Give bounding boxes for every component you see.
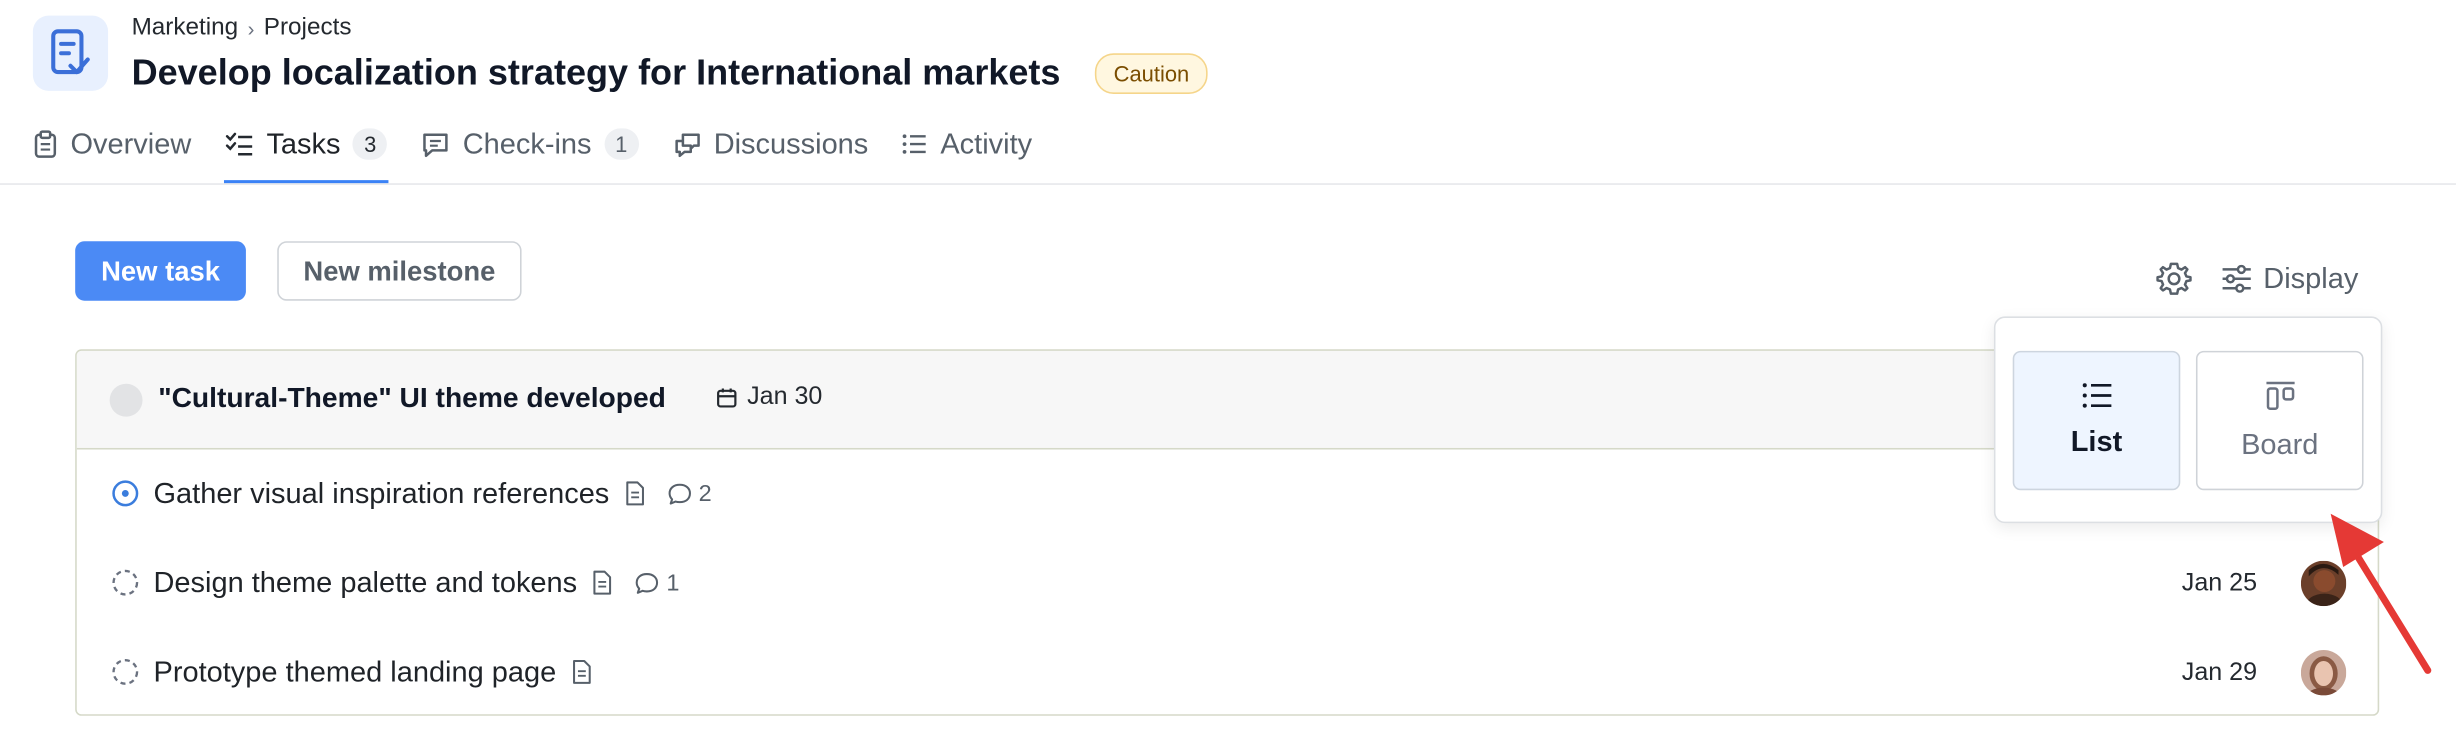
calendar-icon (717, 388, 737, 408)
tab-activity[interactable]: Activity (903, 119, 1032, 169)
display-button-label: Display (2263, 261, 2359, 295)
not-started-status-icon[interactable] (111, 569, 139, 597)
board-icon (2265, 380, 2294, 410)
breadcrumb-separator: › (247, 16, 255, 40)
tab-tasks[interactable]: Tasks 3 (224, 119, 390, 184)
list-view-option[interactable]: List (2012, 350, 2181, 491)
task-meta: 1 (593, 569, 680, 596)
clipboard-icon (34, 130, 57, 158)
annotation-arrow-icon (2330, 513, 2432, 674)
list-view-label: List (2070, 424, 2123, 458)
new-milestone-button[interactable]: New milestone (277, 241, 522, 301)
task-title[interactable]: Prototype themed landing page (153, 655, 556, 689)
settings-button[interactable] (2152, 257, 2196, 301)
board-view-label: Board (2241, 426, 2319, 460)
page-title: Develop localization strategy for Intern… (131, 51, 1061, 93)
task-row[interactable]: Prototype themed landing page Jan 29 (77, 628, 2378, 714)
milestone-title[interactable]: "Cultural-Theme" UI theme developed (158, 382, 666, 415)
description-icon (594, 570, 612, 595)
breadcrumb-marketing[interactable]: Marketing (132, 14, 239, 42)
task-title-wrap: Design theme palette and tokens 1 (153, 565, 679, 599)
tab-overview[interactable]: Overview (33, 119, 191, 169)
description-icon (626, 481, 645, 506)
task-title[interactable]: Design theme palette and tokens (153, 565, 577, 599)
task-title-wrap: Prototype themed landing page (153, 655, 592, 689)
task-meta (572, 659, 592, 684)
comment-count-value: 2 (698, 480, 712, 507)
comment-icon (636, 572, 659, 594)
chat-square-icon (423, 132, 449, 157)
comment-count: 1 (635, 569, 680, 596)
task-due-date: Jan 29 (2181, 659, 2258, 687)
gear-icon (2156, 262, 2192, 295)
sliders-icon (2222, 264, 2251, 293)
breadcrumb: Marketing › Projects (132, 14, 352, 42)
board-view-option[interactable]: Board (2195, 350, 2364, 491)
display-popover: List Board (1993, 316, 2383, 524)
tab-check-ins-count: 1 (604, 128, 639, 160)
tabs-divider (0, 183, 2456, 185)
in-progress-status-icon[interactable] (111, 479, 139, 507)
task-title-wrap: Gather visual inspiration references 2 (153, 476, 711, 510)
task-due-date: Jan 25 (2181, 570, 2258, 597)
task-meta: 2 (625, 480, 712, 507)
tab-bar: Overview Tasks 3 Check-ins 1 Discussions… (33, 119, 1067, 184)
tab-tasks-count: 3 (353, 128, 388, 160)
comment-count-value: 1 (666, 569, 680, 596)
new-task-button[interactable]: New task (75, 241, 246, 301)
milestone-date: Jan 30 (716, 383, 823, 412)
breadcrumb-projects[interactable]: Projects (264, 14, 352, 42)
task-title[interactable]: Gather visual inspiration references (153, 476, 609, 510)
comment-icon (668, 482, 691, 504)
comment-count: 2 (667, 480, 712, 507)
not-started-status-icon[interactable] (111, 658, 139, 686)
task-row[interactable]: Design theme palette and tokens 1 Jan 25 (77, 539, 2378, 628)
status-badge: Caution (1094, 53, 1209, 94)
tab-discussions-label: Discussions (713, 126, 869, 160)
tab-check-ins[interactable]: Check-ins 1 (422, 119, 639, 169)
viewport: Marketing › Projects Develop localizatio… (0, 0, 2456, 750)
tab-tasks-label: Tasks (266, 126, 341, 160)
checklist-icon (226, 132, 253, 156)
activity-list-icon (903, 134, 927, 154)
discussion-icon (674, 132, 700, 157)
tab-overview-label: Overview (70, 126, 192, 160)
project-icon (32, 15, 109, 91)
milestone-date-label: Jan 30 (747, 383, 823, 411)
milestone-status-icon[interactable] (109, 383, 143, 417)
description-icon (573, 659, 591, 684)
list-icon (2081, 383, 2111, 408)
tab-check-ins-label: Check-ins (462, 126, 592, 160)
tab-activity-label: Activity (940, 126, 1033, 160)
display-button[interactable]: Display (2221, 255, 2358, 302)
tab-discussions[interactable]: Discussions (673, 119, 868, 169)
